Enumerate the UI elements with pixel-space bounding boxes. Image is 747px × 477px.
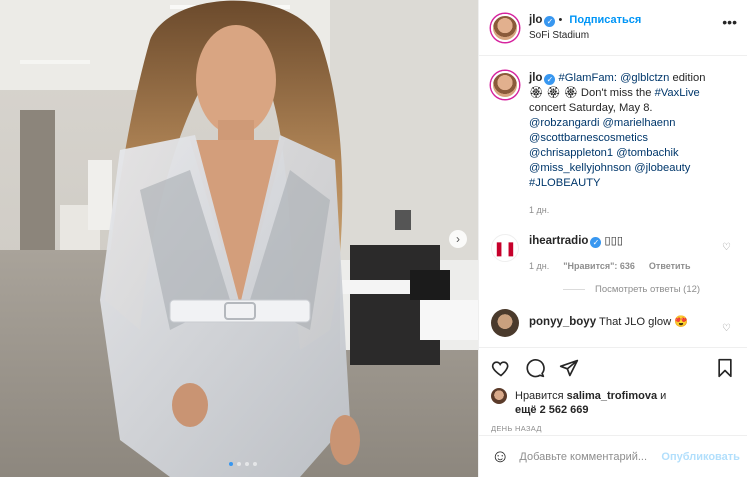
chevron-right-icon: › — [456, 232, 460, 246]
comment-item: ❚❚ iheartradio ✓ ▯▯▯ 1 дн. "Нравится": 63… — [479, 234, 747, 274]
heart-icon[interactable]: ♡ — [722, 242, 731, 253]
commenter-username[interactable]: iheartradio — [529, 235, 588, 247]
add-comment-bar: ☺ Опубликовать — [479, 435, 747, 477]
post-photo[interactable]: › — [0, 0, 478, 477]
caption-mentions[interactable]: @robzangardi @marielhaenn @scottbarnesco… — [529, 117, 690, 189]
follow-button[interactable]: Подписаться — [569, 14, 641, 26]
emoji-icon[interactable]: ☺ — [491, 446, 509, 467]
commenter-avatar[interactable]: ❚❚ — [491, 234, 519, 262]
carousel-dot — [245, 462, 249, 466]
more-icon[interactable]: ••• — [722, 14, 737, 30]
divider — [563, 289, 585, 290]
comment-icon[interactable] — [525, 358, 545, 378]
verified-badge-icon: ✓ — [590, 237, 602, 248]
caption-text: edition — [669, 72, 706, 84]
carousel-dot — [237, 462, 241, 466]
post-location[interactable]: SoFi Stadium — [529, 28, 641, 43]
separator-dot: • — [558, 13, 563, 26]
share-icon[interactable] — [559, 358, 579, 378]
comment-text: ▯▯▯ — [604, 235, 624, 247]
caption-time: 1 дн. — [529, 205, 550, 215]
comment-item: ponyy_boyy That JLO glow 😍 ♡ — [479, 309, 747, 337]
author-username[interactable]: jlo — [529, 14, 542, 26]
view-replies-label: Посмотреть ответы (12) — [595, 284, 701, 295]
comments-list[interactable]: jlo ✓ #GlamFam: @glblctzn edition 🏵 🏵 🏵 D… — [479, 57, 747, 347]
photo-illustration — [0, 0, 478, 477]
likes-suffix: и — [657, 390, 667, 402]
commenter-avatar[interactable] — [491, 309, 519, 337]
carousel-dot — [229, 462, 233, 466]
likes-prefix: Нравится — [515, 390, 567, 402]
view-replies-button[interactable]: Посмотреть ответы (12) — [563, 284, 747, 295]
post-actions: Нравится salima_trofimova и ещё 2 562 66… — [479, 347, 747, 433]
reply-button[interactable]: Ответить — [649, 259, 691, 274]
comment-time: 1 дн. — [529, 261, 550, 271]
comment-input[interactable] — [519, 450, 662, 463]
caption-username[interactable]: jlo — [529, 72, 542, 84]
liker-avatar — [491, 388, 507, 404]
caption-hashtag-vaxlive[interactable]: #VaxLive — [655, 87, 700, 99]
likes-count[interactable]: ещё 2 562 669 — [515, 404, 589, 416]
carousel-indicators — [229, 462, 257, 466]
caption: jlo ✓ #GlamFam: @glblctzn edition 🏵 🏵 🏵 D… — [479, 57, 747, 218]
verified-badge-icon: ✓ — [544, 15, 556, 27]
comment-text: That JLO glow 😍 — [599, 316, 689, 328]
author-avatar[interactable] — [491, 13, 519, 42]
next-photo-button[interactable]: › — [449, 230, 467, 248]
caption-text: 🏵 🏵 🏵 Don't miss the — [529, 87, 655, 99]
likes-summary[interactable]: Нравится salima_trofimova и — [491, 388, 735, 404]
comment-likes[interactable]: "Нравится": 636 — [563, 259, 635, 274]
bookmark-icon[interactable] — [715, 358, 735, 378]
carousel-dot — [253, 462, 257, 466]
verified-badge-icon: ✓ — [544, 74, 556, 85]
liker-username[interactable]: salima_trofimova — [567, 390, 657, 402]
heart-icon[interactable] — [491, 358, 511, 378]
caption-avatar[interactable] — [491, 71, 519, 99]
publish-button[interactable]: Опубликовать — [661, 451, 740, 463]
caption-text: concert Saturday, May 8. — [529, 102, 653, 114]
post-side-panel: jlo ✓ • Подписаться SoFi Stadium ••• jlo ✓… — [478, 0, 747, 477]
post-header: jlo ✓ • Подписаться SoFi Stadium ••• — [479, 0, 747, 56]
caption-hashtag-glamfam[interactable]: #GlamFam: @glblctzn — [559, 72, 670, 84]
post-date: ДЕНЬ НАЗАД — [491, 424, 542, 433]
heart-icon[interactable]: ♡ — [722, 323, 731, 334]
commenter-username[interactable]: ponyy_boyy — [529, 316, 596, 328]
